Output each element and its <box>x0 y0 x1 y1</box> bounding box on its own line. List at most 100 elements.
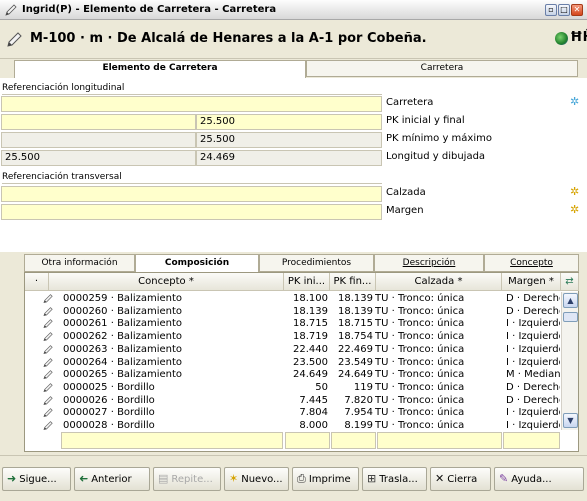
table-row[interactable]: 0000264 · Balizamiento 23.500 23.549 TU · T… <box>25 357 560 368</box>
title-bar[interactable]: Ingrid(P) - Elemento de Carretera - Carr… <box>0 0 587 20</box>
margen-cell: I · Izquierdo <box>506 331 560 343</box>
table-row[interactable]: 0000263 · Balizamiento 22.440 22.469 TU · T… <box>25 344 560 355</box>
table-row[interactable]: 0000027 · Bordillo 7.804 7.954 TU · Tronco:… <box>25 407 560 418</box>
table-row[interactable]: 0000259 · Balizamiento 18.100 18.139 TU · T… <box>25 293 560 304</box>
carretera-label: Carretera <box>386 97 434 108</box>
scroll-thumb[interactable] <box>563 312 578 322</box>
tab-concepto-label: Concepto <box>510 258 553 268</box>
margen-cell: D · Derecho <box>506 305 560 317</box>
nuevo-button[interactable]: ✶ Nuevo... <box>224 467 289 491</box>
calzada-cell: TU · Tronco: única <box>375 331 465 343</box>
table-row[interactable]: 0000028 · Bordillo 8.000 8.199 TU · Tronco:… <box>25 420 560 431</box>
table-row[interactable]: 0000260 · Balizamiento 18.139 18.139 TU · T… <box>25 306 560 317</box>
calzada-cell: TU · Tronco: única <box>375 420 465 431</box>
imprime-button[interactable]: ⎙ Imprime <box>292 467 359 491</box>
row-pencil-icon <box>43 421 53 430</box>
pk-inicial-cell: 18.715 <box>293 318 328 330</box>
margen-cell: D · Derecho <box>506 293 560 304</box>
table-row[interactable]: 0000025 · Bordillo 50 119 TU · Tronco: únic… <box>25 382 560 393</box>
calzada-cell: TU · Tronco: única <box>375 407 465 419</box>
close-icon: ✕ <box>435 472 445 485</box>
pk-final-field[interactable]: 25.500 <box>196 114 382 130</box>
footer-pk-inicial-cell[interactable] <box>285 432 330 449</box>
pk-inicial-cell: 22.440 <box>293 343 328 355</box>
margen-cell: I · Izquierdo <box>506 407 560 419</box>
minimize-button[interactable]: ▫ <box>545 4 557 16</box>
transfer-icon: ⊞ <box>367 472 377 485</box>
footer-calzada-cell[interactable] <box>377 432 502 449</box>
globe-icon[interactable] <box>555 32 568 45</box>
tab-composicion[interactable]: Composición <box>135 254 259 273</box>
restore-button[interactable]: □ <box>558 4 570 16</box>
margen-required-icon: ✲ <box>570 203 580 216</box>
calzada-cell: TU · Tronco: única <box>375 394 465 406</box>
road-heading: M-100 · m · De Alcalá de Henares a la A-… <box>30 31 427 46</box>
carretera-required-icon: ✲ <box>570 95 580 108</box>
window-title: Ingrid(P) - Elemento de Carretera - Carr… <box>22 4 277 15</box>
pk-final-cell: 7.954 <box>344 407 373 419</box>
help-icon: ✎ <box>499 472 509 485</box>
repeat-icon: ▤ <box>158 472 169 485</box>
record-pencil-icon <box>7 32 22 47</box>
tab-descripcion[interactable]: Descripción <box>374 254 484 272</box>
ayuda-button[interactable]: ✎ Ayuda... <box>494 467 584 491</box>
pk-final-cell: 18.715 <box>338 318 373 330</box>
table-row[interactable]: 0000265 · Balizamiento 24.649 24.649 TU · T… <box>25 369 560 380</box>
calzada-cell: TU · Tronco: única <box>375 305 465 317</box>
record-header: M-100 · m · De Alcalá de Henares a la A-… <box>0 21 587 59</box>
column-header-marker[interactable]: · <box>25 273 49 291</box>
concepto-cell: 0000259 · Balizamiento <box>63 293 183 304</box>
table-row[interactable]: 0000262 · Balizamiento 18.719 18.754 TU · T… <box>25 331 560 342</box>
close-window-button[interactable]: ✕ <box>571 4 583 16</box>
pk-inicial-cell: 23.500 <box>293 356 328 368</box>
concepto-cell: 0000026 · Bordillo <box>63 394 155 406</box>
calzada-cell: TU · Tronco: única <box>375 318 465 330</box>
scroll-up-button[interactable]: ▲ <box>563 293 578 308</box>
margen-cell: I · Izquierdo <box>506 420 560 431</box>
vertical-scrollbar[interactable]: ▲ ▼ <box>561 292 578 430</box>
scroll-down-button[interactable]: ▼ <box>563 413 578 428</box>
row-pencil-icon <box>43 370 53 380</box>
table-row[interactable]: 0000261 · Balizamiento 18.715 18.715 TU · T… <box>25 318 560 329</box>
pk-final-cell: 18.139 <box>338 293 373 304</box>
previous-arrow-icon: ➜ <box>79 472 89 485</box>
tab-carretera[interactable]: Carretera <box>306 60 578 77</box>
footer-concepto-cell[interactable] <box>61 432 283 449</box>
column-header-pk-inicial[interactable]: PK ini... <box>284 273 330 291</box>
sigue-button[interactable]: ➜ Sigue... <box>2 467 71 491</box>
table-row[interactable]: 0000026 · Bordillo 7.445 7.820 TU · Tronco:… <box>25 395 560 406</box>
row-pencil-icon <box>43 357 53 367</box>
calzada-cell: TU · Tronco: única <box>375 381 465 393</box>
footer-pk-final-cell[interactable] <box>331 432 376 449</box>
binoculars-icon[interactable]: ĦĤ <box>570 30 587 45</box>
repite-button[interactable]: ▤ Repite... <box>153 467 221 491</box>
column-header-concepto[interactable]: Concepto * <box>49 273 284 291</box>
column-header-margen[interactable]: Margen * <box>502 273 561 291</box>
pk-final-cell: 23.549 <box>338 356 373 368</box>
cierra-button[interactable]: ✕ Cierra <box>430 467 491 491</box>
column-header-calzada[interactable]: Calzada * <box>376 273 502 291</box>
calzada-cell: TU · Tronco: única <box>375 369 465 381</box>
row-pencil-icon <box>43 395 53 405</box>
concepto-cell: 0000260 · Balizamiento <box>63 305 183 317</box>
pk-minimo-maximo-label: PK mínimo y máximo <box>386 133 492 144</box>
tab-concepto[interactable]: Concepto <box>484 254 579 272</box>
calzada-field[interactable] <box>1 186 382 202</box>
traslada-button[interactable]: ⊞ Trasla... <box>362 467 427 491</box>
concepto-cell: 0000027 · Bordillo <box>63 407 155 419</box>
concepto-cell: 0000261 · Balizamiento <box>63 318 183 330</box>
row-pencil-icon <box>43 306 53 316</box>
carretera-field[interactable] <box>1 96 382 112</box>
concepto-cell: 0000263 · Balizamiento <box>63 343 183 355</box>
tab-otra-informacion[interactable]: Otra información <box>24 254 135 272</box>
pk-inicial-field[interactable] <box>1 114 196 130</box>
row-pencil-icon <box>43 319 53 329</box>
anterior-button[interactable]: ➜ Anterior <box>74 467 150 491</box>
tab-elemento-de-carretera[interactable]: Elemento de Carretera <box>14 60 306 78</box>
footer-margen-cell[interactable] <box>503 432 560 449</box>
column-header-pk-final[interactable]: PK fin... <box>330 273 376 291</box>
column-chooser-icon[interactable]: ⇄ <box>561 273 579 291</box>
tab-procedimientos[interactable]: Procedimientos <box>259 254 374 272</box>
margen-cell: M · Mediana <box>506 369 560 381</box>
margen-field[interactable] <box>1 204 382 220</box>
